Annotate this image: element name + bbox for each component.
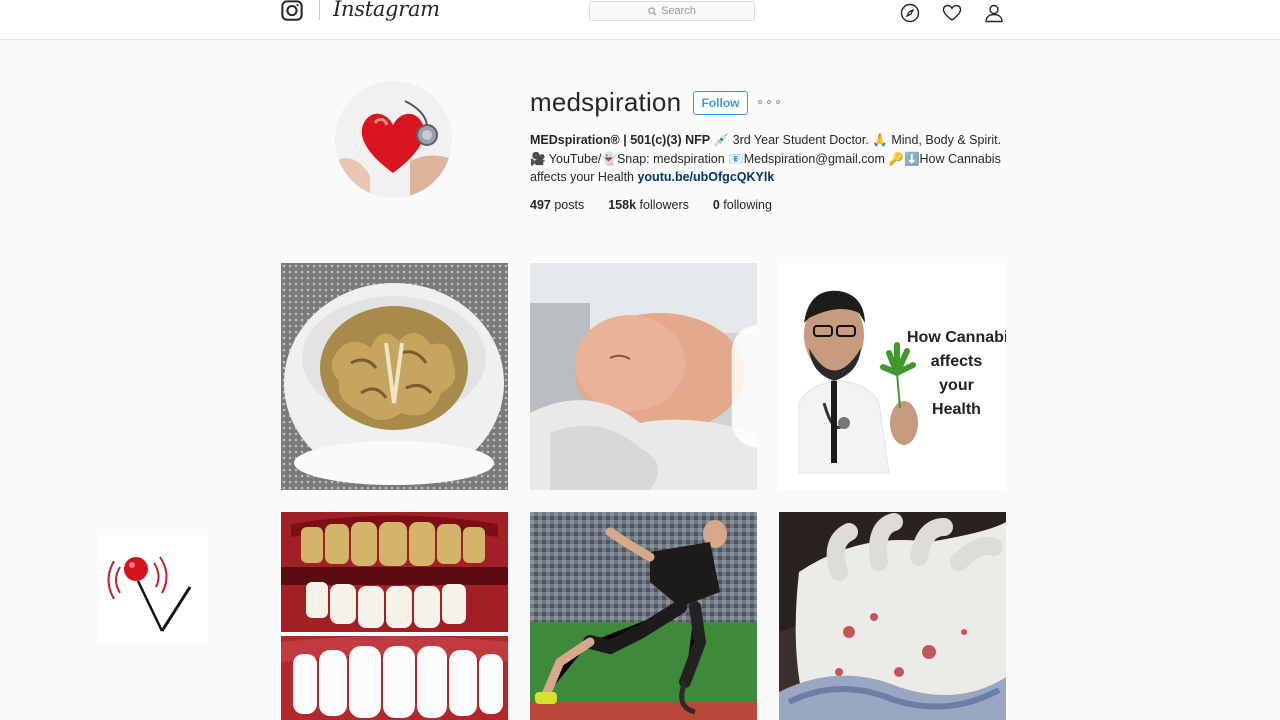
dot-icon <box>776 100 780 104</box>
bio-name: MEDspiration® | 501(c)(3) NFP <box>530 133 711 147</box>
dot-icon <box>767 100 771 104</box>
profile-stats: 497 posts 158k followers 0 following <box>530 198 772 212</box>
profile-bio: MEDspiration® | 501(c)(3) NFP 💉 3rd Year… <box>530 131 1010 187</box>
post-overlay-text: How Cannabis affects your Health <box>907 326 1006 422</box>
heart-activity-icon[interactable] <box>941 2 963 24</box>
search-placeholder: Search <box>661 5 696 17</box>
video-camera-icon <box>723 273 757 448</box>
dot-icon <box>758 100 762 104</box>
brain-photo <box>281 263 508 490</box>
post-tile[interactable] <box>530 263 757 490</box>
overlay-text-line: Health <box>932 401 981 418</box>
channel-watermark-logo <box>98 535 208 643</box>
following-label: following <box>723 198 772 212</box>
teeth-photo <box>281 512 508 720</box>
profile-avatar[interactable] <box>335 81 452 198</box>
instagram-wordmark[interactable]: Instagram <box>333 0 440 21</box>
following-count: 0 <box>712 198 720 212</box>
profile-user-icon[interactable] <box>983 2 1005 24</box>
post-tile[interactable] <box>779 512 1006 720</box>
posts-count: 497 <box>530 198 551 212</box>
search-input[interactable]: Search <box>589 1 755 21</box>
post-tile[interactable] <box>530 512 757 720</box>
post-tile[interactable] <box>281 512 508 720</box>
overlay-text-line: How Cannabis <box>907 329 1006 346</box>
followers-label: followers <box>639 198 689 212</box>
top-navbar: Instagram Search <box>0 0 1280 40</box>
posts-stat: 497 posts <box>530 198 584 212</box>
followers-count: 158k <box>608 198 637 212</box>
bio-link[interactable]: youtu.be/ubOfgcQKYlk <box>637 170 774 184</box>
followers-stat[interactable]: 158k followers <box>608 198 689 212</box>
post-tile[interactable] <box>281 263 508 490</box>
overlay-text-line: affects <box>930 353 983 370</box>
profile-username: medspiration <box>530 87 682 117</box>
follow-button[interactable]: Follow <box>693 91 748 115</box>
overlay-text-line: your <box>939 377 974 394</box>
bio-line1: 💉 3rd Year Student Doctor. 🙏 Mind, Body … <box>710 133 1002 147</box>
posts-label: posts <box>554 198 585 212</box>
logo-divider <box>319 0 320 20</box>
gloved-hand-photo <box>779 512 1006 720</box>
instagram-camera-icon[interactable] <box>280 0 304 22</box>
sprinter-photo <box>530 512 757 720</box>
post-tile[interactable]: How Cannabis affects your Health <box>779 263 1006 490</box>
more-options-button[interactable] <box>758 96 780 108</box>
following-stat[interactable]: 0 following <box>713 198 772 212</box>
search-icon <box>648 6 657 16</box>
explore-compass-icon[interactable] <box>899 2 921 24</box>
